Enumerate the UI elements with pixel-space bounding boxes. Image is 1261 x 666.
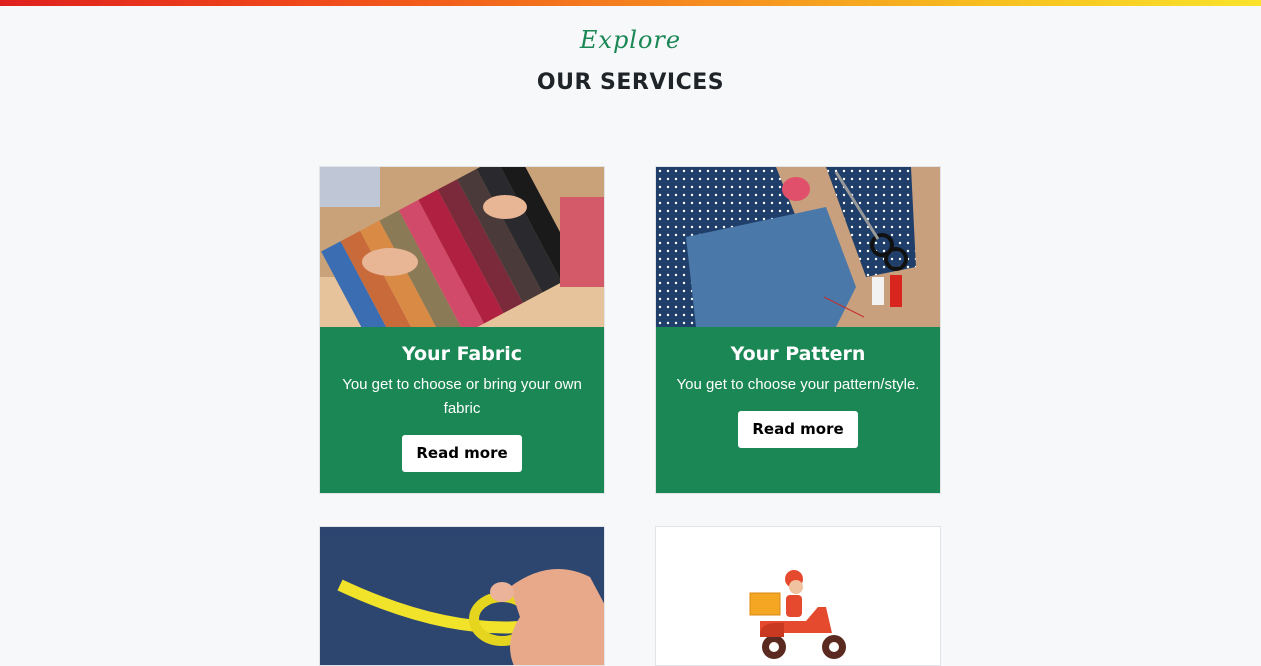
- service-card-delivery: [655, 526, 941, 666]
- card-description: You get to choose or bring your own fabr…: [342, 376, 582, 417]
- top-accent-bar: [0, 0, 1261, 6]
- card-description: You get to choose your pattern/style.: [676, 376, 920, 393]
- card-title: Your Fabric: [401, 343, 522, 365]
- service-card-measurement: [319, 526, 605, 666]
- measuring-tape-photo: [320, 537, 604, 665]
- service-card-pattern: Your Pattern You get to choose your patt…: [655, 166, 941, 494]
- card-title: Your Pattern: [730, 343, 866, 365]
- read-more-button[interactable]: Read more: [738, 411, 858, 448]
- section-eyebrow: Explore: [579, 26, 682, 54]
- read-more-button[interactable]: Read more: [402, 435, 522, 472]
- fabric-swatches-photo: [320, 167, 604, 327]
- section-title: OUR SERVICES: [536, 70, 725, 95]
- sewing-pattern-photo: [656, 167, 940, 327]
- delivery-scooter-icon: [656, 537, 940, 665]
- service-card-fabric: Your Fabric You get to choose or bring y…: [319, 166, 605, 494]
